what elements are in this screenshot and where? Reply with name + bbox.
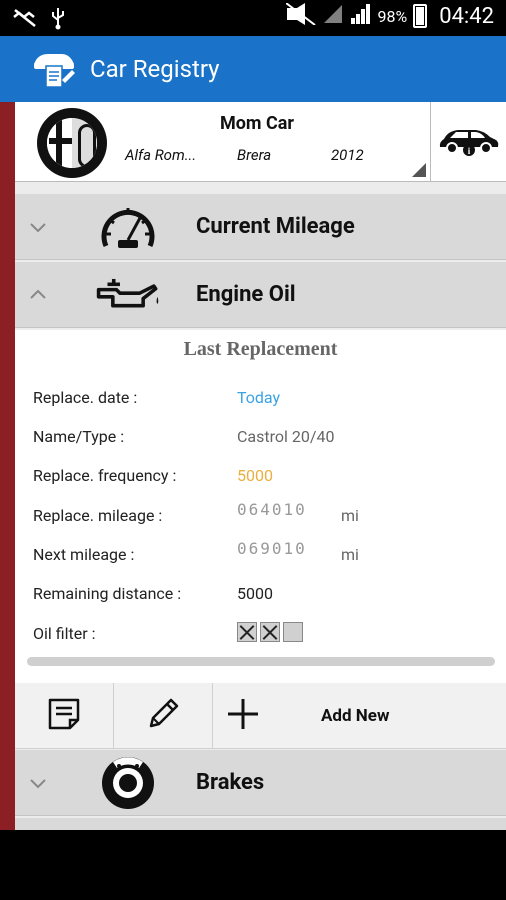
section-next-peek[interactable] <box>15 818 506 830</box>
alfa-romeo-badge-icon <box>37 108 107 178</box>
row-label: Replace. date : <box>33 388 138 407</box>
checkbox[interactable] <box>237 621 257 642</box>
row-remaining-distance: Remaining distance : 5000 <box>33 578 493 608</box>
oil-can-icon <box>95 268 161 322</box>
chevron-up-icon <box>29 286 47 304</box>
status-bar: 98% 04:42 <box>0 0 506 36</box>
panel-heading: Last Replacement <box>183 338 338 360</box>
replace-frequency-value[interactable]: 5000 <box>237 466 273 485</box>
car-model: Brera <box>237 146 272 164</box>
checkbox[interactable] <box>260 621 280 642</box>
section-title: Brakes <box>196 770 265 795</box>
car-make: Alfa Rom... <box>125 146 197 164</box>
row-replace-mileage[interactable]: Replace. mileage : 064010 mi <box>33 500 493 530</box>
oil-type-value[interactable]: Castrol 20/40 <box>237 427 334 446</box>
signal-icon <box>350 3 372 29</box>
add-new-button[interactable] <box>213 683 273 749</box>
row-replace-frequency[interactable]: Replace. frequency : 5000 <box>33 460 493 490</box>
app-title: Car Registry <box>90 55 220 83</box>
brake-disc-icon <box>95 756 161 810</box>
replace-mileage-value[interactable]: 064010 <box>237 500 307 519</box>
row-name-type[interactable]: Name/Type : Castrol 20/40 <box>33 421 493 451</box>
horizontal-scrollbar[interactable] <box>27 657 495 666</box>
row-label: Remaining distance : <box>33 584 182 603</box>
mute-notification-icon <box>12 7 38 33</box>
usb-icon <box>50 6 66 34</box>
checkbox[interactable] <box>283 621 303 642</box>
car-info-button[interactable]: i <box>431 102 506 182</box>
engine-oil-panel: Last Replacement Replace. date : Today N… <box>15 330 506 683</box>
section-title: Current Mileage <box>196 214 355 239</box>
car-info-icon: i <box>438 123 500 161</box>
battery-percent: 98% <box>377 6 408 26</box>
car-name: Mom Car <box>220 113 294 134</box>
next-mileage-value[interactable]: 069010 <box>237 539 307 558</box>
notes-icon <box>46 696 82 736</box>
accent-strip <box>0 102 15 830</box>
row-label: Replace. mileage : <box>33 506 163 525</box>
mute-icon <box>284 2 316 29</box>
row-label: Replace. frequency : <box>33 466 177 485</box>
car-year: 2012 <box>331 146 364 164</box>
notes-button[interactable] <box>15 683 113 749</box>
row-replace-date[interactable]: Replace. date : Today <box>33 382 493 412</box>
row-oil-filter[interactable]: Oil filter : <box>33 618 493 648</box>
registry-logo-icon[interactable] <box>32 50 78 88</box>
add-new-label[interactable]: Add New <box>321 706 389 726</box>
unit-label: mi <box>341 506 359 525</box>
oil-toolbar: Add New <box>15 683 506 749</box>
section-engine-oil[interactable]: Engine Oil <box>15 262 506 328</box>
section-title: Engine Oil <box>196 282 296 307</box>
oil-filter-checkboxes[interactable] <box>237 621 306 642</box>
car-selector[interactable]: Mom Car Alfa Rom... Brera 2012 i <box>15 102 506 182</box>
replace-date-value[interactable]: Today <box>237 388 280 407</box>
battery-icon <box>413 4 428 28</box>
section-brakes[interactable]: Brakes <box>15 750 506 816</box>
main-content[interactable]: Mom Car Alfa Rom... Brera 2012 i Current… <box>15 102 506 830</box>
dropdown-indicator-icon <box>412 163 426 177</box>
plus-icon <box>226 697 260 735</box>
edit-button[interactable] <box>114 683 212 749</box>
chevron-down-icon <box>29 218 47 236</box>
chevron-down-icon <box>29 774 47 792</box>
row-label: Next mileage : <box>33 545 135 564</box>
remaining-distance-value: 5000 <box>237 584 273 603</box>
row-label: Name/Type : <box>33 427 125 446</box>
clock: 04:42 <box>439 3 494 29</box>
section-current-mileage[interactable]: Current Mileage <box>15 194 506 260</box>
row-next-mileage[interactable]: Next mileage : 069010 mi <box>33 539 493 569</box>
app-bar: Car Registry <box>0 36 506 102</box>
bottom-black-area <box>0 830 506 900</box>
row-label: Oil filter : <box>33 624 96 643</box>
unit-label: mi <box>341 545 359 564</box>
speedometer-icon <box>95 200 161 254</box>
wifi-icon <box>322 3 344 29</box>
pencil-icon <box>145 696 181 736</box>
